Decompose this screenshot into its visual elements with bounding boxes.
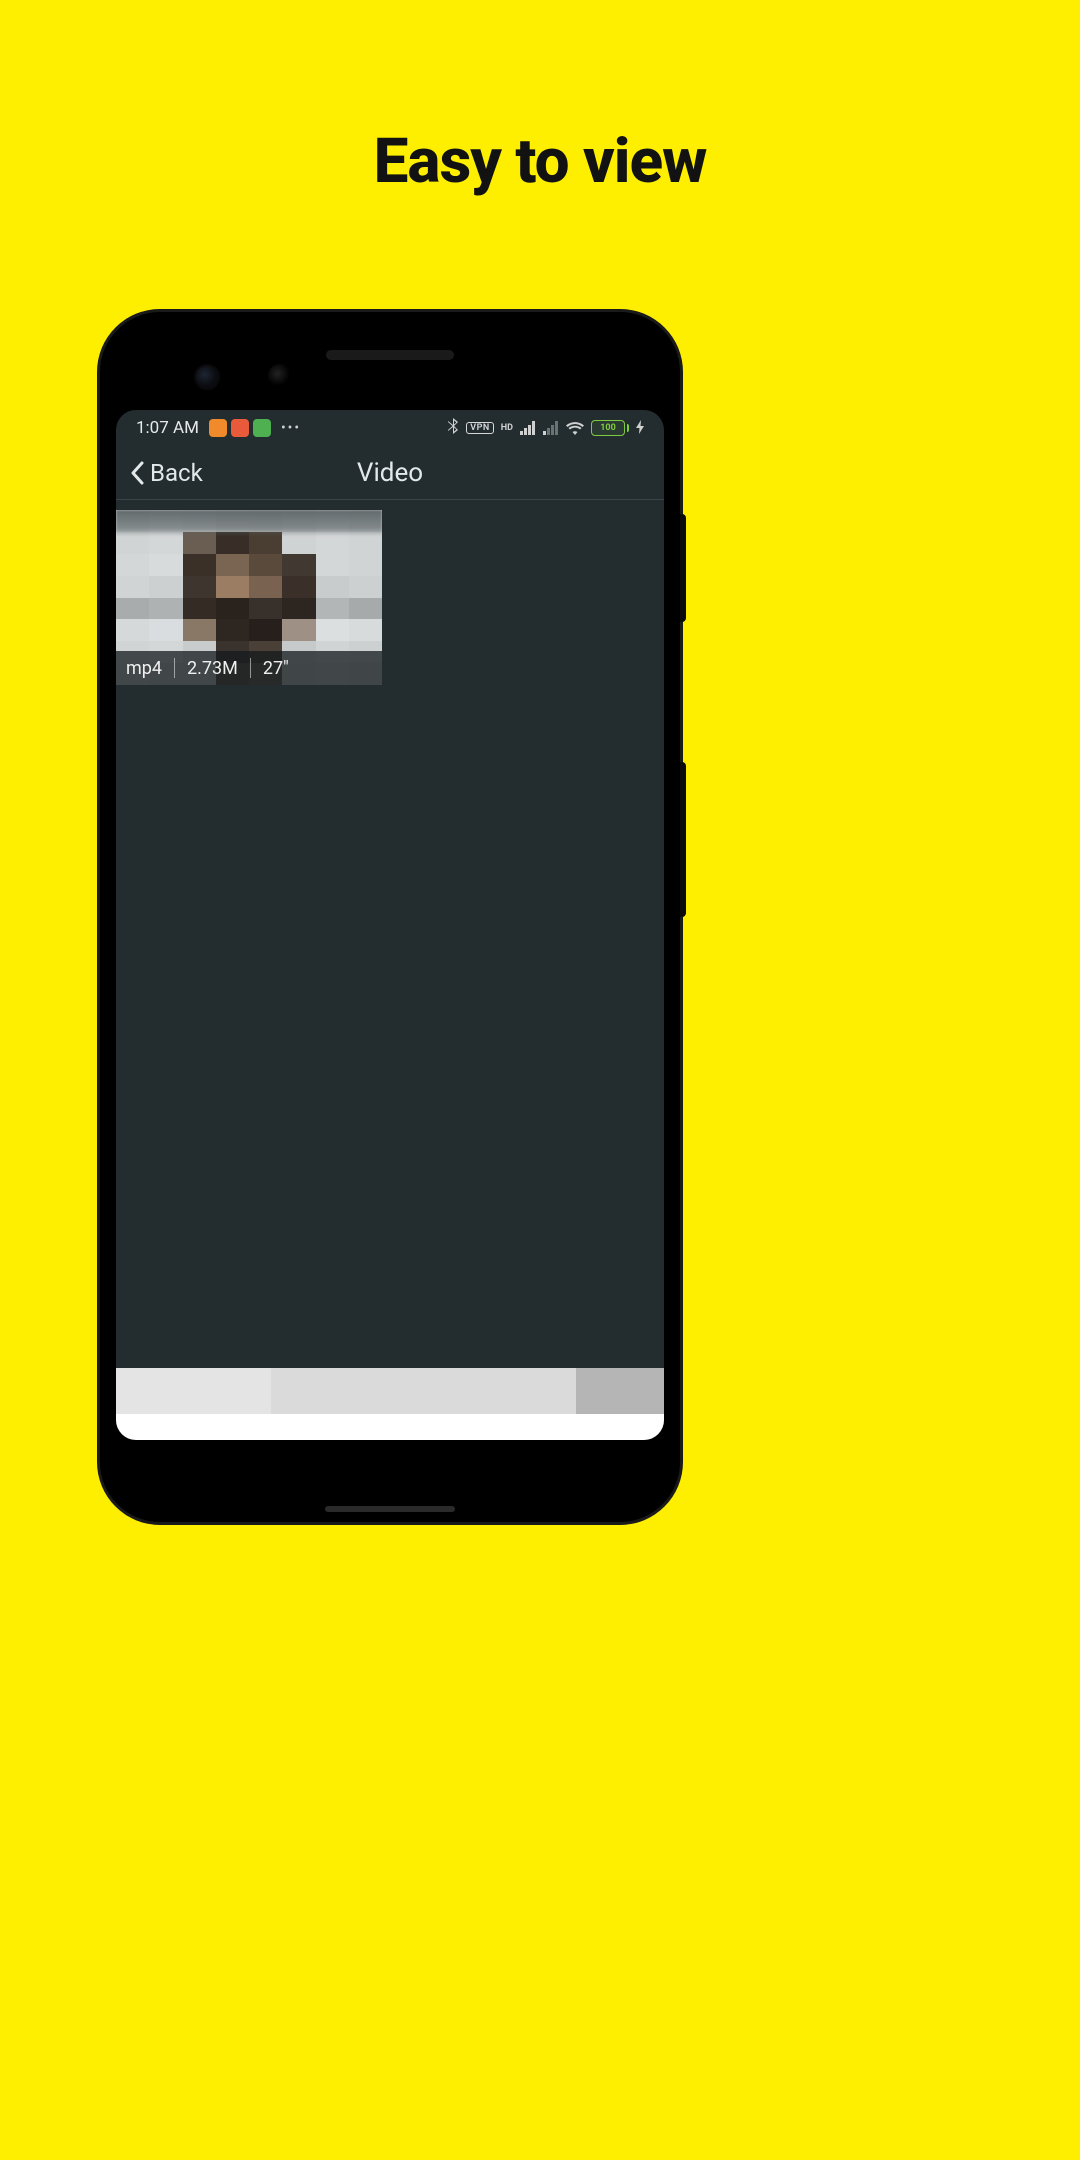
video-thumbnail[interactable]: mp4 2.73M 27" <box>116 510 382 685</box>
meta-divider <box>174 658 175 678</box>
back-label: Back <box>150 459 203 487</box>
battery-percent: 100 <box>591 420 625 436</box>
phone-power-button <box>680 514 686 622</box>
status-more-icon: ••• <box>281 420 301 436</box>
video-format: mp4 <box>126 658 174 679</box>
meta-divider <box>250 658 251 678</box>
video-grid: mp4 2.73M 27" <box>116 500 664 685</box>
battery-cap <box>627 424 629 432</box>
phone-volume-button <box>680 762 686 917</box>
video-duration: 27" <box>263 658 301 679</box>
status-right: VPN HD 100 <box>447 418 644 439</box>
status-time: 1:07 AM <box>136 418 199 438</box>
status-left: 1:07 AM ••• <box>136 418 301 438</box>
hd-label: HD <box>501 423 513 433</box>
bottom-bar-content[interactable] <box>116 1368 664 1414</box>
bottom-segment <box>116 1368 271 1414</box>
nav-bar: Back Video <box>116 446 664 500</box>
phone-screen: 1:07 AM ••• VPN HD <box>116 410 664 1440</box>
charging-icon <box>636 420 644 437</box>
status-notification-icons <box>209 419 271 437</box>
battery-indicator: 100 <box>591 420 629 436</box>
video-meta: mp4 2.73M 27" <box>116 651 382 685</box>
bottom-segment <box>576 1368 664 1414</box>
signal-strong-icon <box>520 421 536 435</box>
vpn-badge: VPN <box>466 422 494 434</box>
notification-icon <box>253 419 271 437</box>
chevron-left-icon <box>130 461 144 485</box>
back-button[interactable]: Back <box>130 459 203 487</box>
heading: Easy to view <box>374 125 707 198</box>
bottom-segment <box>271 1368 576 1414</box>
phone-frame: 1:07 AM ••• VPN HD <box>100 312 680 1522</box>
title-overlay <box>116 510 382 536</box>
wifi-icon <box>566 421 584 435</box>
bottom-bar <box>116 1368 664 1440</box>
home-indicator <box>325 1506 455 1512</box>
bluetooth-icon <box>447 418 459 439</box>
notification-icon <box>231 419 249 437</box>
video-size: 2.73M <box>187 658 250 679</box>
content-area: mp4 2.73M 27" <box>116 500 664 1440</box>
phone-front-camera <box>194 364 220 390</box>
signal-weak-icon <box>543 421 559 435</box>
phone-earpiece <box>326 350 454 360</box>
phone-sensor <box>268 364 292 388</box>
status-bar: 1:07 AM ••• VPN HD <box>116 410 664 446</box>
nav-title: Video <box>357 458 423 488</box>
notification-icon <box>209 419 227 437</box>
